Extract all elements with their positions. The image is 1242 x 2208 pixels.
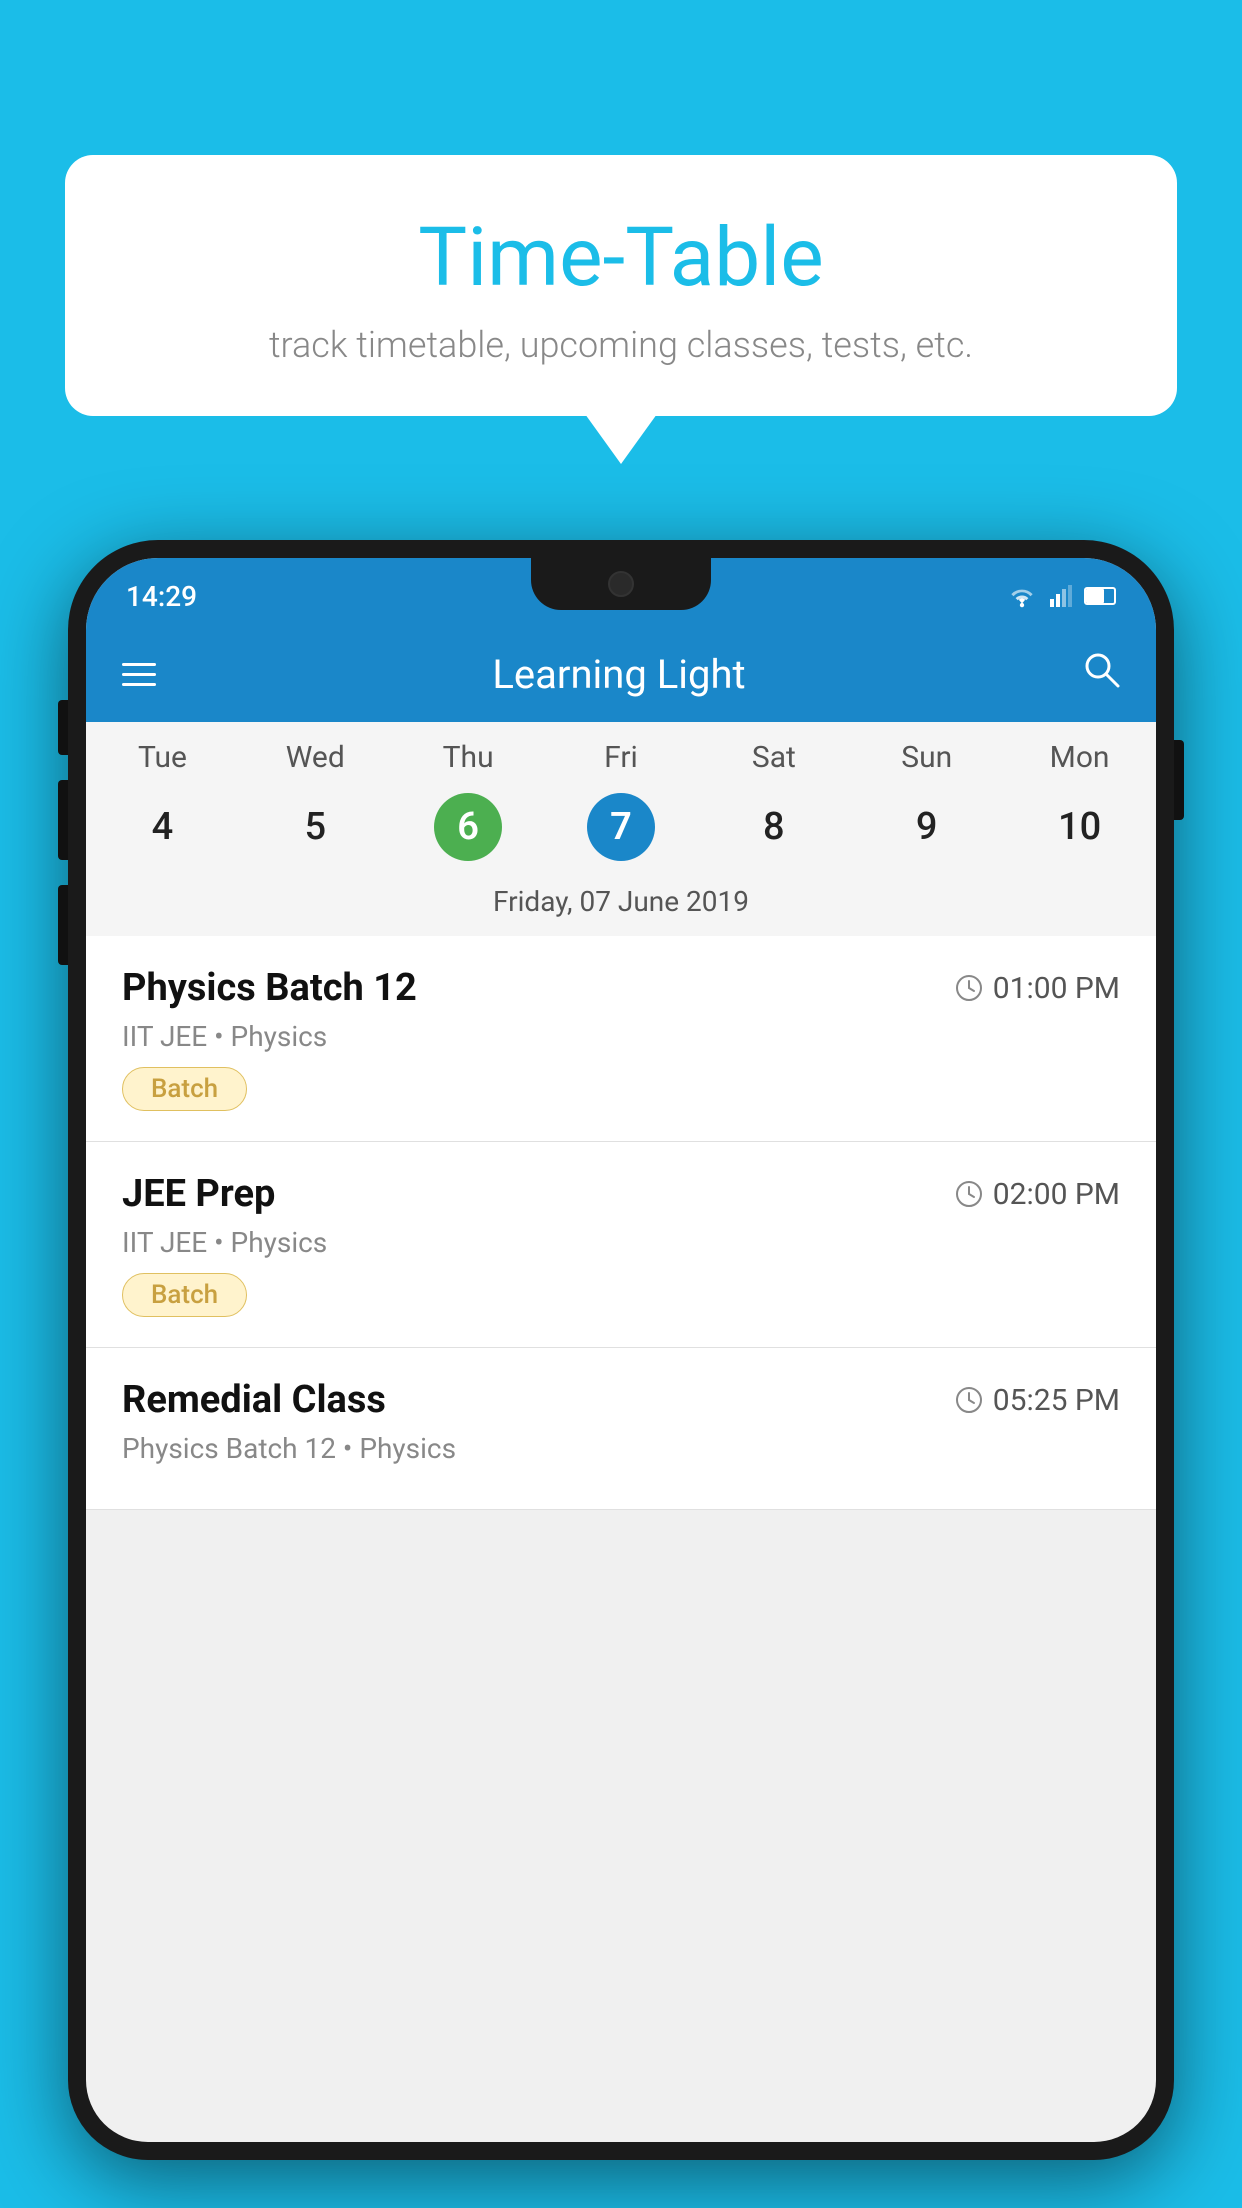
schedule-subtitle-2: IIT JEE • Physics [122,1226,1120,1259]
day-header-mon: Mon [1003,740,1156,775]
phone-btn-left2 [58,780,68,860]
day-headers: Tue Wed Thu Fri Sat Sun Mon [86,722,1156,783]
schedule-subtitle-3: Physics Batch 12 • Physics [122,1432,1120,1465]
day-4[interactable]: 4 [86,791,239,863]
schedule-title-3: Remedial Class [122,1378,386,1422]
speech-bubble: Time-Table track timetable, upcoming cla… [65,155,1177,416]
phone-btn-left1 [58,700,68,755]
bubble-subtitle: track timetable, upcoming classes, tests… [125,324,1117,366]
signal-icon [1050,584,1072,608]
wifi-icon [1006,584,1038,608]
clock-icon-1 [955,974,983,1002]
phone-btn-right [1174,740,1184,820]
status-icons [1006,584,1116,608]
schedule-time-1: 01:00 PM [955,971,1120,1006]
calendar-section: Tue Wed Thu Fri Sat Sun Mon 4 5 6 7 [86,722,1156,936]
batch-badge-2: Batch [122,1273,247,1317]
selected-date-label: Friday, 07 June 2019 [86,877,1156,936]
day-header-sun: Sun [850,740,1003,775]
phone-screen: 14:29 [86,558,1156,2142]
phone-frame: 14:29 [68,540,1174,2208]
day-header-tue: Tue [86,740,239,775]
schedule-item-remedial[interactable]: Remedial Class 05:25 PM Physics Batch 12… [86,1348,1156,1510]
phone-btn-left3 [58,885,68,965]
app-toolbar: Learning Light [86,626,1156,722]
search-icon[interactable] [1082,650,1120,698]
day-numbers: 4 5 6 7 8 9 10 [86,783,1156,877]
schedule-item-physics-batch[interactable]: Physics Batch 12 01:00 PM IIT JEE • Phys… [86,936,1156,1142]
batch-badge-1: Batch [122,1067,247,1111]
day-header-fri: Fri [545,740,698,775]
speech-bubble-container: Time-Table track timetable, upcoming cla… [65,155,1177,416]
battery-fill [1086,589,1104,603]
day-header-wed: Wed [239,740,392,775]
schedule-item-header-1: Physics Batch 12 01:00 PM [122,966,1120,1010]
day-7[interactable]: 7 [545,791,698,863]
toolbar-title: Learning Light [492,651,745,698]
bubble-title: Time-Table [125,210,1117,306]
schedule-title-2: JEE Prep [122,1172,275,1216]
day-header-sat: Sat [697,740,850,775]
day-7-circle: 7 [587,793,655,861]
clock-icon-2 [955,1180,983,1208]
day-10[interactable]: 10 [1003,791,1156,863]
menu-icon[interactable] [122,663,156,686]
day-8[interactable]: 8 [697,791,850,863]
battery-icon [1084,587,1116,605]
phone-notch [531,558,711,610]
phone-camera [608,571,634,597]
schedule-item-header-3: Remedial Class 05:25 PM [122,1378,1120,1422]
day-9[interactable]: 9 [850,791,1003,863]
status-time: 14:29 [126,580,197,613]
day-6-circle: 6 [434,793,502,861]
schedule-time-3: 05:25 PM [955,1383,1120,1418]
day-5[interactable]: 5 [239,791,392,863]
schedule-list: Physics Batch 12 01:00 PM IIT JEE • Phys… [86,936,1156,1510]
schedule-item-jee-prep[interactable]: JEE Prep 02:00 PM IIT JEE • Physics Batc… [86,1142,1156,1348]
day-header-thu: Thu [392,740,545,775]
phone-outer: 14:29 [68,540,1174,2160]
day-6[interactable]: 6 [392,791,545,863]
clock-icon-3 [955,1386,983,1414]
schedule-item-header-2: JEE Prep 02:00 PM [122,1172,1120,1216]
schedule-title-1: Physics Batch 12 [122,966,417,1010]
schedule-subtitle-1: IIT JEE • Physics [122,1020,1120,1053]
schedule-time-2: 02:00 PM [955,1177,1120,1212]
